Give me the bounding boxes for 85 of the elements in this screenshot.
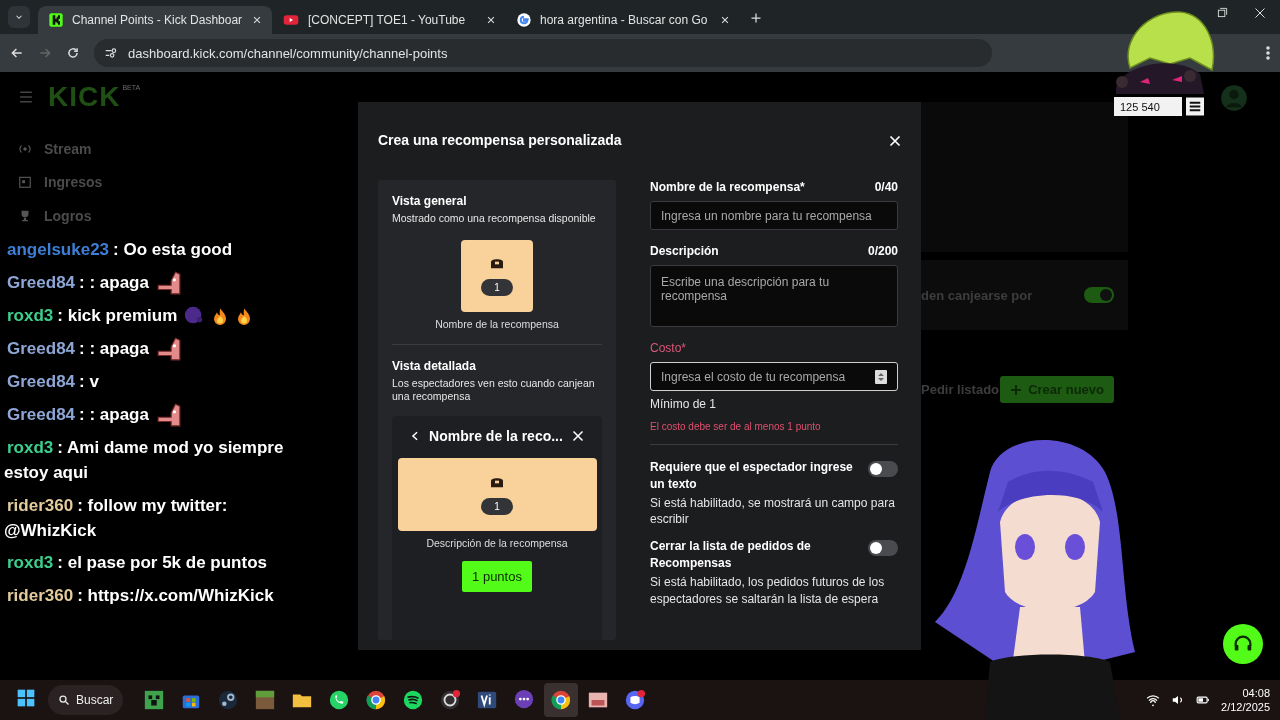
chat-message: roxd3 : Ami dame mod yo siempre estoy aqui [4,437,285,484]
chat-message: Greed84 : : apaga [6,272,149,294]
kick-logo: KICK [48,81,121,113]
close-icon [572,429,585,442]
field-label: Costo* [650,341,687,355]
taskbar-app-button[interactable] [544,683,579,717]
browser-tab[interactable]: [CONCEPT] TOE1 - YouTube [272,6,506,34]
reward-description: Descripción de la recompensa [426,536,568,549]
reload-icon [66,46,80,60]
blocky-face-app-icon [143,689,166,711]
toggle-switch[interactable] [868,540,898,557]
cost-badge: 1 [481,497,513,515]
toggle-label: Requiere que el espectador ingrese un texto [650,459,854,493]
kick-logo-icon [48,12,64,28]
error-message: El costo debe ser de al menos 1 punto [650,421,822,432]
taskbar-search[interactable]: Buscar [48,685,124,715]
browser-tab[interactable]: hora argentina - Buscar con Go [506,6,740,34]
points-counter: 125 540 [1114,97,1182,116]
chat-message: Greed84 : : apaga [6,338,149,360]
menu-icon [18,90,34,104]
toggle-description: Si está habilitado, los pedidos futuros de los espectadores se saltarán la lista de espera [650,573,886,608]
redeem-points-button[interactable]: 1 puntos [462,560,532,592]
section-title: Vista detallada [392,358,477,373]
search-icon [58,694,70,706]
grass-block-app-icon [254,689,277,711]
close-icon [720,15,730,25]
field-hint: Mínimo de 1 [650,397,718,411]
chat-bubble-app-icon [513,689,536,711]
kebab-menu-icon [1266,45,1270,61]
toggle-label: Cerrar la lista de pedidos de Recompensas [650,538,812,572]
phone-chat-app-icon [328,689,351,711]
profile-avatar-icon [1220,84,1248,112]
spinner-icon [875,369,887,384]
toggle-description: Si está habilitado, se mostrará un campo para escribir [650,494,896,529]
plus-icon [1010,383,1023,396]
number-input-field[interactable]: Ingresa el costo de tu recompensa [650,362,898,391]
site-settings-icon [104,46,118,60]
recording-app-icon [439,689,462,711]
browser-app-icon [365,689,388,711]
cost-badge: 1 [481,279,513,297]
forward-arrow-icon [38,46,52,60]
clock-date: 2/12/2025 [1221,701,1270,713]
browser-tab[interactable]: Channel Points - Kick Dashboar [38,6,272,34]
reward-name: Nombre de la recompensa [434,317,560,330]
address-bar[interactable]: dashboard.kick.com/channel/community/channel-points [94,39,992,67]
back-arrow-icon [10,46,24,60]
dialog-title: Crea una recompensa personalizada [378,132,622,148]
g-letter-icon [516,12,532,28]
chat-message: rider360 : follow my twitter: @WhizKick [4,494,229,542]
chat-message: angelsuke23 : Oo esta good [6,239,233,261]
clock-time: 04:08 [1242,687,1270,699]
steam-app-icon [217,689,240,711]
reward-title: Nombre de la reco... [429,427,563,444]
restore-icon [1217,7,1228,18]
calendar-icon [18,175,32,190]
tab-list-button[interactable] [8,6,30,28]
chat-message: Greed84 : : apaga [6,404,149,426]
character-counter: 0/40 [874,180,898,194]
v-letter-app-icon [476,689,499,711]
close-icon [1254,7,1266,19]
toggle-switch[interactable] [1084,287,1114,303]
browser-app-icon [550,689,573,711]
video-play-icon [282,12,300,28]
chat-message: Greed84 : v [6,371,99,393]
field-label: Descripción [650,244,719,258]
section-subtitle: Mostrado como una recompensa disponible [392,212,597,226]
music-app-icon [402,689,425,711]
new-tab-icon [750,12,762,24]
section-subtitle: Los espectadores ven esto cuando canjean una recompensa [392,376,596,404]
chat-message: roxd3 : el pase por 5k de puntos [6,552,267,574]
wifi-icon [1145,693,1162,707]
description-field[interactable]: Escribe una descripción para tu recompensa [650,265,898,327]
close-icon [486,15,496,25]
game-controller-app-icon [624,689,647,711]
battery-icon [1195,693,1212,707]
chat-message: roxd3 : kick premium [6,305,178,327]
close-icon [889,135,901,147]
character-counter: 0/200 [867,244,898,258]
input-field[interactable]: Ingresa un nombre para tu recompensa [650,201,898,230]
toggle-switch[interactable] [868,461,898,477]
close-icon [252,15,262,25]
chat-message: rider360 : https://x.com/WhizKick [6,584,274,607]
field-label: Nombre de la recompensa* [650,180,805,194]
section-title: Vista general [392,194,468,208]
windows-start-icon [16,688,36,708]
